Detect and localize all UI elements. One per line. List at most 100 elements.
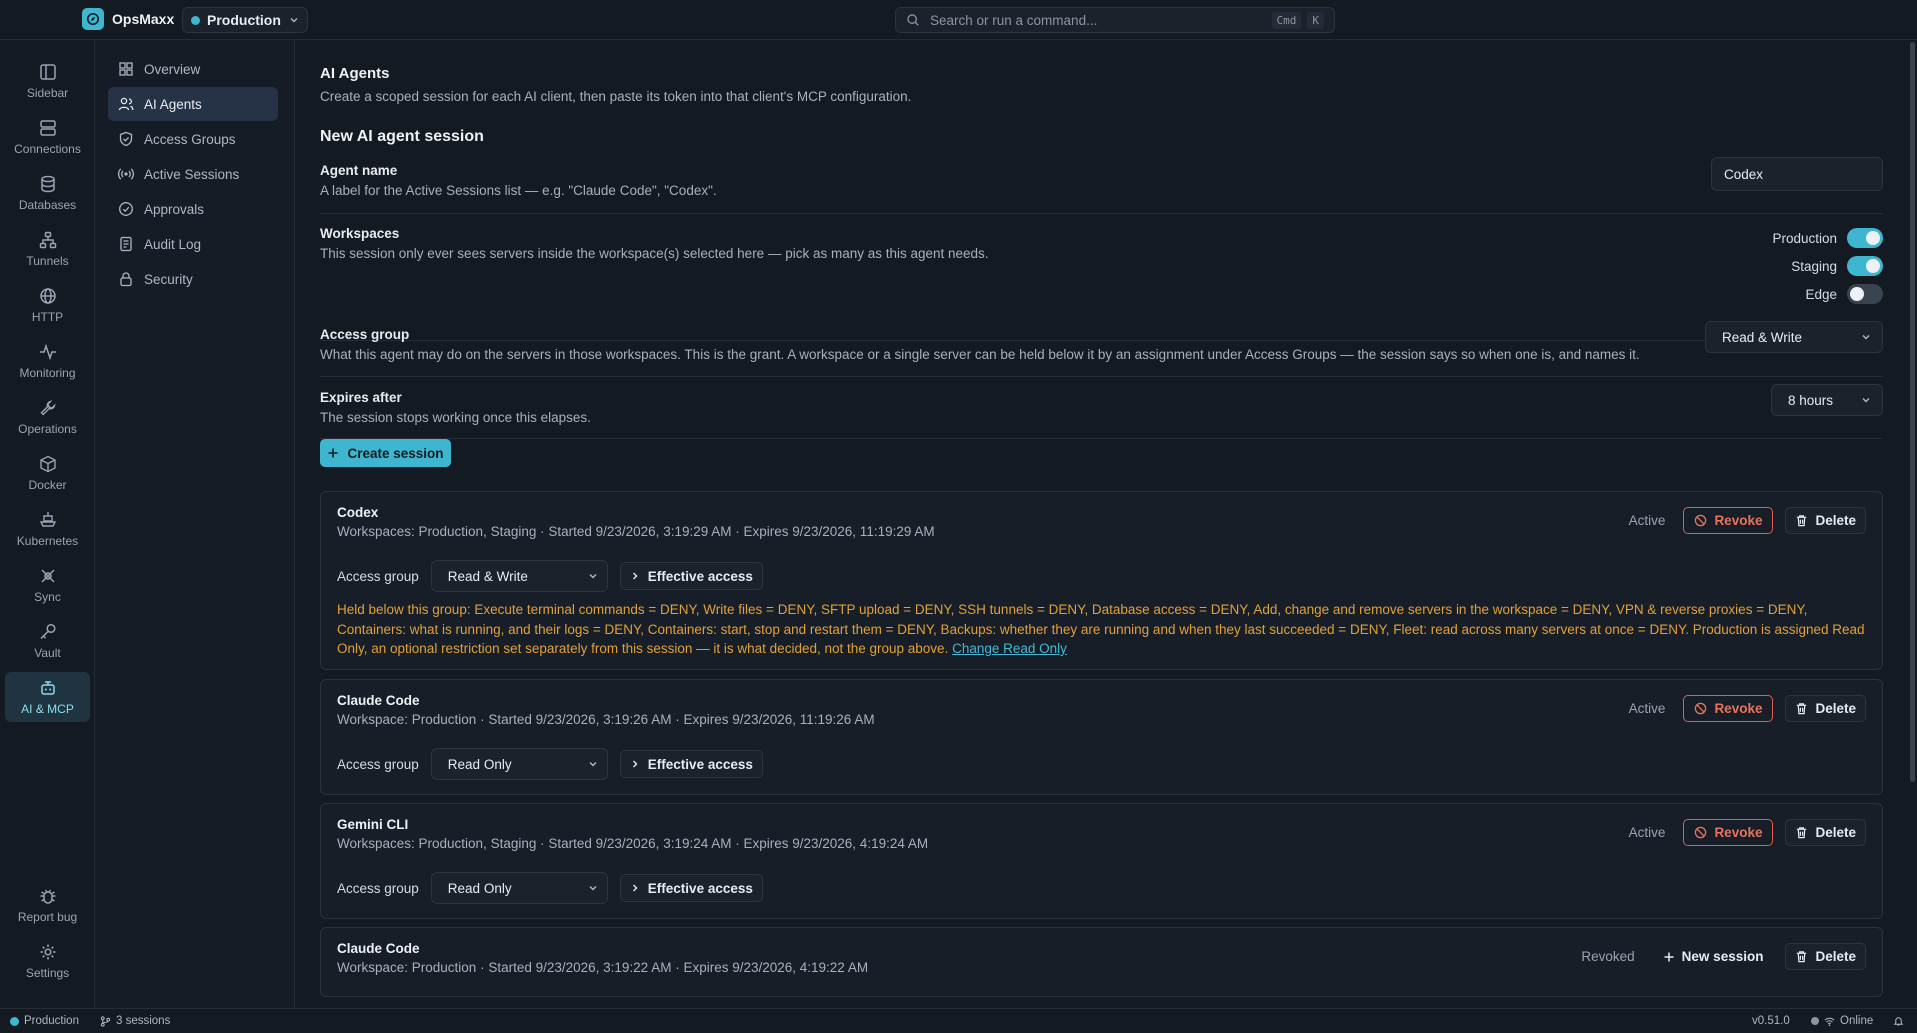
edge-toggle[interactable] xyxy=(1847,284,1883,304)
nav-item-active-sessions[interactable]: Active Sessions xyxy=(108,157,278,191)
nav-item-access-groups[interactable]: Access Groups xyxy=(108,122,278,156)
revoke-button[interactable]: Revoke xyxy=(1683,507,1774,534)
toggle-knob xyxy=(1866,259,1880,273)
workspace-switcher[interactable]: Production xyxy=(182,7,308,33)
rail-item-report-bug[interactable]: Report bug xyxy=(5,880,90,930)
session-actions: Revoked New session Delete xyxy=(1581,943,1866,970)
nav-label: Security xyxy=(144,271,193,287)
rail-item-operations[interactable]: Operations xyxy=(5,392,90,442)
delete-button[interactable]: Delete xyxy=(1785,819,1866,846)
database-icon xyxy=(38,174,58,194)
rail-item-sync[interactable]: Sync xyxy=(5,560,90,610)
toggle-row-production: Production xyxy=(1772,224,1883,252)
nav-item-overview[interactable]: Overview xyxy=(108,52,278,86)
form-title: New AI agent session xyxy=(320,128,484,145)
warning-text: Held below this group: Execute terminal … xyxy=(337,602,1865,656)
delete-button[interactable]: Delete xyxy=(1785,943,1866,970)
session-actions: Active Revoke Delete xyxy=(1629,819,1866,846)
nav-item-security[interactable]: Security xyxy=(108,262,278,296)
session-card-claude-code: Claude Code Workspace: Production · Star… xyxy=(320,679,1883,795)
session-access-group-select[interactable]: Read Only xyxy=(430,748,608,780)
check-circle-icon xyxy=(118,201,134,217)
session-actions: Active Revoke Delete xyxy=(1629,695,1866,722)
logo-icon xyxy=(82,8,104,30)
rail-label: Monitoring xyxy=(19,366,76,380)
delete-button[interactable]: Delete xyxy=(1785,507,1866,534)
effective-access-button[interactable]: Effective access xyxy=(619,562,763,590)
rail-item-docker[interactable]: Docker xyxy=(5,448,90,498)
access-group-row: Access group What this agent may do on t… xyxy=(320,321,1883,362)
nav-label: Audit Log xyxy=(144,236,202,252)
delete-button[interactable]: Delete xyxy=(1785,695,1866,722)
rail-item-monitoring[interactable]: Monitoring xyxy=(5,336,90,386)
chevron-down-icon xyxy=(587,570,599,582)
effective-access-button[interactable]: Effective access xyxy=(619,750,763,778)
notifications-bell[interactable] xyxy=(1893,1015,1904,1027)
select-value: Read Only xyxy=(447,756,512,772)
page-title: AI Agents xyxy=(320,65,390,82)
agent-name-label: Agent name xyxy=(320,163,398,178)
broadcast-icon xyxy=(118,166,134,182)
restriction-warning: Held below this group: Execute terminal … xyxy=(337,600,1872,659)
rail-label: Report bug xyxy=(17,910,78,924)
bug-icon xyxy=(38,886,58,906)
effective-access-button[interactable]: Effective access xyxy=(619,874,763,902)
session-meta: Workspace: Production · Started 9/23/202… xyxy=(337,712,875,727)
rail-item-settings[interactable]: Settings xyxy=(5,936,90,986)
ban-icon xyxy=(1694,702,1707,715)
agent-name-help: A label for the Active Sessions list — e… xyxy=(320,183,717,198)
rail-item-vault[interactable]: Vault xyxy=(5,616,90,666)
session-card-codex: Codex Workspaces: Production, Staging · … xyxy=(320,491,1883,670)
agent-name-input[interactable]: Codex xyxy=(1711,157,1883,191)
session-access-group-select[interactable]: Read & Write xyxy=(430,560,608,592)
rail-label: Kubernetes xyxy=(16,534,79,548)
kbd-k: K xyxy=(1307,11,1324,29)
footer-sessions[interactable]: 3 sessions xyxy=(100,1015,170,1027)
scrollbar[interactable] xyxy=(1908,40,1917,1008)
status-dot-icon xyxy=(1811,1017,1819,1025)
nav-label: Overview xyxy=(144,61,201,77)
revoke-button[interactable]: Revoke xyxy=(1683,695,1774,722)
effective-access-label: Effective access xyxy=(647,756,753,772)
production-toggle[interactable] xyxy=(1847,228,1883,248)
nav-label: Approvals xyxy=(144,201,205,217)
expires-select[interactable]: 8 hours xyxy=(1771,384,1883,416)
plus-icon xyxy=(327,447,339,459)
command-search[interactable]: Search or run a command... Cmd K xyxy=(895,7,1335,33)
top-bar: OpsMaxx Production Search or run a comma… xyxy=(0,0,1917,40)
footer-workspace[interactable]: Production xyxy=(10,1015,79,1027)
rail-item-tunnels[interactable]: Tunnels xyxy=(5,224,90,274)
log-icon xyxy=(118,236,134,252)
rail-item-connections[interactable]: Connections xyxy=(5,112,90,162)
expires-help: The session stops working once this elap… xyxy=(320,410,591,425)
rail-label: Databases xyxy=(18,198,77,212)
brand[interactable]: OpsMaxx xyxy=(82,8,174,30)
rail-item-sidebar[interactable]: Sidebar xyxy=(5,56,90,106)
staging-toggle[interactable] xyxy=(1847,256,1883,276)
rail-item-databases[interactable]: Databases xyxy=(5,168,90,218)
access-group-select[interactable]: Read & Write xyxy=(1705,321,1883,353)
new-session-button[interactable]: New session xyxy=(1653,943,1774,970)
revoke-label: Revoke xyxy=(1714,701,1763,716)
rail-label: Sidebar xyxy=(26,86,69,100)
select-value: Read & Write xyxy=(447,568,528,584)
select-value: Read Only xyxy=(447,880,512,896)
connection-label: Online xyxy=(1840,1015,1874,1027)
nav-item-approvals[interactable]: Approvals xyxy=(108,192,278,226)
session-access-group-select[interactable]: Read Only xyxy=(430,872,608,904)
rail-item-ai-mcp[interactable]: AI & MCP xyxy=(5,672,90,722)
revoke-button[interactable]: Revoke xyxy=(1683,819,1774,846)
rail-item-kubernetes[interactable]: Kubernetes xyxy=(5,504,90,554)
session-name: Claude Code xyxy=(337,941,420,956)
delete-label: Delete xyxy=(1815,825,1856,840)
access-group-label: Access group xyxy=(337,756,419,772)
rail-label: Connections xyxy=(14,142,81,156)
rail-item-http[interactable]: HTTP xyxy=(5,280,90,330)
version-label: v0.51.0 xyxy=(1752,1015,1790,1027)
trash-icon xyxy=(1795,702,1808,715)
change-read-only-link[interactable]: Change Read Only xyxy=(952,641,1067,656)
nav-item-audit-log[interactable]: Audit Log xyxy=(108,227,278,261)
create-session-button[interactable]: Create session xyxy=(320,439,451,467)
nav-item-ai-agents[interactable]: AI Agents xyxy=(108,87,278,121)
scroll-thumb[interactable] xyxy=(1910,42,1915,782)
